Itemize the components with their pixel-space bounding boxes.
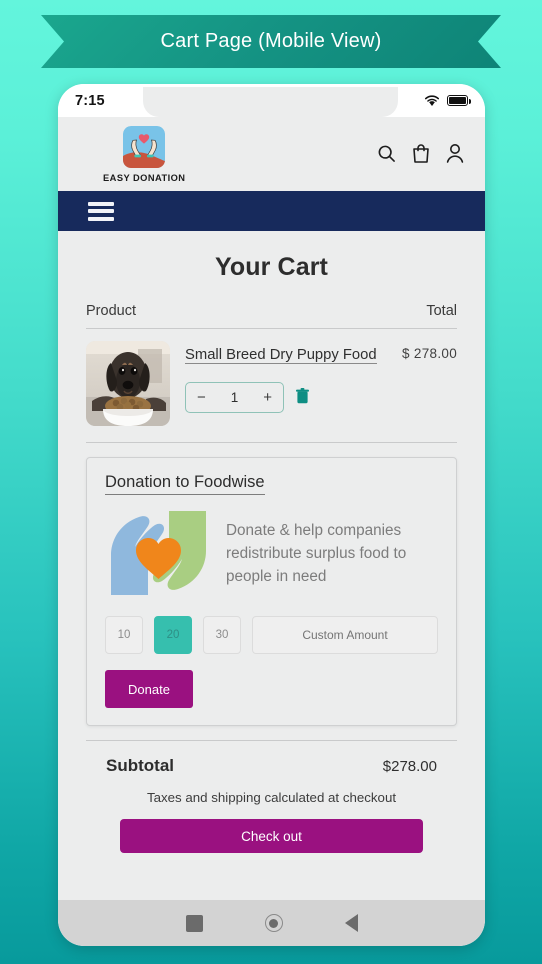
phone-mockup: 7:15 EASY DONATION Your Cart Product Tot… bbox=[58, 84, 485, 946]
product-details: Small Breed Dry Puppy Food − 1 + bbox=[185, 341, 387, 426]
remove-item-button[interactable] bbox=[296, 388, 309, 407]
cart-table-header: Product Total bbox=[86, 303, 457, 329]
triangle-back-icon[interactable] bbox=[344, 914, 358, 932]
wifi-icon bbox=[424, 95, 440, 106]
quantity-stepper[interactable]: − 1 + bbox=[185, 382, 284, 413]
product-title-link[interactable]: Small Breed Dry Puppy Food bbox=[185, 347, 377, 364]
donation-title: Donation to Foodwise bbox=[105, 473, 265, 495]
android-navigation-bar bbox=[58, 900, 485, 946]
banner-ribbon: Cart Page (Mobile View) bbox=[41, 15, 501, 68]
subtotal-row: Subtotal $278.00 bbox=[86, 756, 457, 776]
hamburger-bar bbox=[88, 216, 114, 221]
quantity-controls: − 1 + bbox=[185, 382, 387, 413]
tax-shipping-note: Taxes and shipping calculated at checkou… bbox=[146, 790, 397, 805]
two-hands-holding-heart-icon bbox=[111, 511, 206, 595]
status-bar-indicators bbox=[424, 94, 471, 107]
mobile-navbar bbox=[58, 191, 485, 231]
cart-line-item: Small Breed Dry Puppy Food − 1 + $ 278.0… bbox=[86, 329, 457, 443]
user-account-icon[interactable] bbox=[446, 143, 464, 163]
status-bar: 7:15 bbox=[58, 84, 485, 117]
banner-title: Cart Page (Mobile View) bbox=[160, 30, 382, 52]
donation-amount-10[interactable]: 10 bbox=[105, 616, 143, 654]
app-header: EASY DONATION bbox=[58, 117, 485, 191]
cart-page: Your Cart Product Total Small Breed Dry … bbox=[58, 231, 485, 900]
column-header-product: Product bbox=[86, 303, 136, 319]
brand-logo-block[interactable]: EASY DONATION bbox=[103, 125, 186, 183]
status-bar-notch bbox=[143, 87, 398, 117]
cart-totals: Subtotal $278.00 Taxes and shipping calc… bbox=[86, 740, 457, 853]
subtotal-label: Subtotal bbox=[106, 756, 174, 775]
donation-amount-options: 10 20 30 bbox=[105, 616, 438, 654]
donation-title-wrap: Donation to Foodwise bbox=[105, 473, 438, 495]
header-icon-group bbox=[377, 143, 464, 165]
banner-ribbon-body: Cart Page (Mobile View) bbox=[41, 15, 501, 68]
status-bar-time: 7:15 bbox=[75, 92, 105, 109]
product-thumbnail-image[interactable] bbox=[86, 341, 170, 426]
donate-button[interactable]: Donate bbox=[105, 670, 193, 708]
donation-card: Donation to Foodwise Donate & help compa… bbox=[86, 457, 457, 726]
square-recents-icon[interactable] bbox=[185, 914, 203, 932]
page-title: Your Cart bbox=[215, 253, 328, 281]
donation-amount-20[interactable]: 20 bbox=[154, 616, 192, 654]
hamburger-bar bbox=[88, 209, 114, 213]
heart-in-hands-logo-icon bbox=[123, 125, 166, 168]
home-inner-dot bbox=[269, 918, 278, 928]
donation-description: Donate & help companies redistribute sur… bbox=[226, 521, 407, 585]
quantity-increment-button[interactable]: + bbox=[263, 390, 272, 405]
trash-icon bbox=[296, 388, 309, 404]
product-price: $ 278.00 bbox=[402, 346, 457, 361]
donation-body: Donate & help companies redistribute sur… bbox=[105, 507, 438, 599]
subtotal-value: $278.00 bbox=[382, 758, 437, 775]
donation-amount-30[interactable]: 30 bbox=[203, 616, 241, 654]
shopping-bag-icon[interactable] bbox=[412, 143, 430, 163]
custom-amount-input[interactable] bbox=[252, 616, 438, 654]
brand-name: EASY DONATION bbox=[103, 172, 186, 183]
battery-full-icon bbox=[447, 95, 471, 106]
quantity-value: 1 bbox=[230, 390, 239, 405]
hamburger-bar bbox=[88, 201, 114, 206]
checkout-button[interactable]: Check out bbox=[120, 819, 423, 853]
hamburger-menu-icon[interactable] bbox=[88, 201, 114, 221]
circle-home-icon[interactable] bbox=[264, 914, 283, 932]
quantity-decrement-button[interactable]: − bbox=[197, 390, 206, 405]
column-header-total: Total bbox=[426, 303, 457, 319]
search-icon[interactable] bbox=[377, 144, 396, 163]
